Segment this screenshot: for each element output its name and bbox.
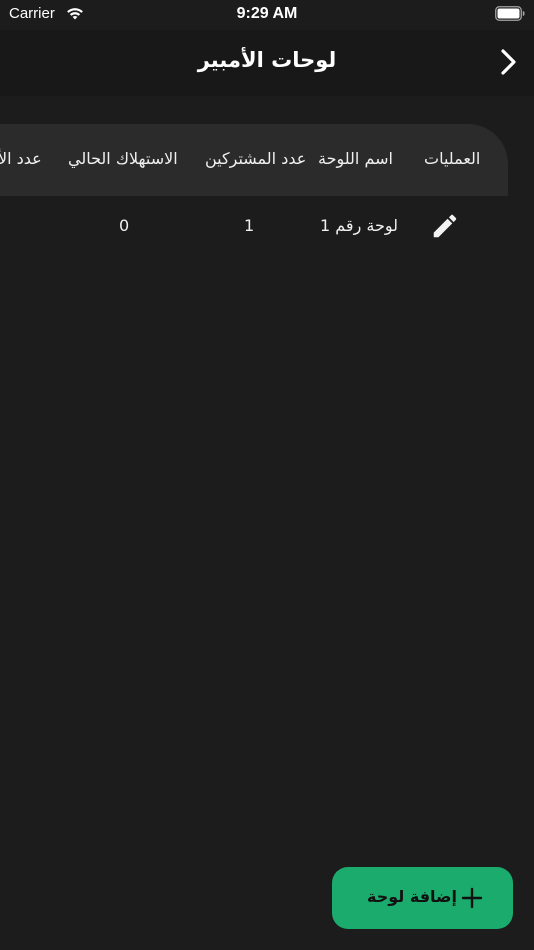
column-header-consumption: الاستهلاك الحالي (68, 149, 178, 168)
screen: Carrier 9:29 AM لوحات الأمبير العمليات ا… (0, 0, 534, 950)
plus-icon (461, 887, 483, 909)
nav-bar: لوحات الأمبير (0, 30, 534, 96)
table-header: العمليات اسم اللوحة عدد المشتركين الاسته… (0, 124, 508, 196)
battery-icon (495, 6, 525, 21)
status-bar: Carrier 9:29 AM (0, 0, 534, 30)
page-title: لوحات الأمبير (197, 48, 337, 72)
add-panel-button[interactable]: إضافة لوحة (332, 867, 513, 929)
column-header-actions: العمليات (424, 149, 481, 168)
cell-subscribers: 1 (244, 216, 255, 235)
panels-table: العمليات اسم اللوحة عدد المشتركين الاسته… (0, 124, 508, 258)
cell-consumption: 0 (119, 216, 130, 235)
add-panel-label: إضافة لوحة (367, 887, 457, 906)
column-header-subscribers: عدد المشتركين (205, 149, 307, 168)
chevron-right-icon[interactable] (496, 46, 520, 78)
column-header-panel-name: اسم اللوحة (318, 149, 393, 168)
cell-panel-name: لوحة رقم 1 (320, 216, 398, 235)
table-row[interactable]: لوحة رقم 1 1 0 (0, 196, 508, 258)
status-time: 9:29 AM (236, 5, 298, 22)
pencil-icon[interactable] (430, 211, 460, 241)
column-header-count: عدد الأ (0, 149, 42, 168)
